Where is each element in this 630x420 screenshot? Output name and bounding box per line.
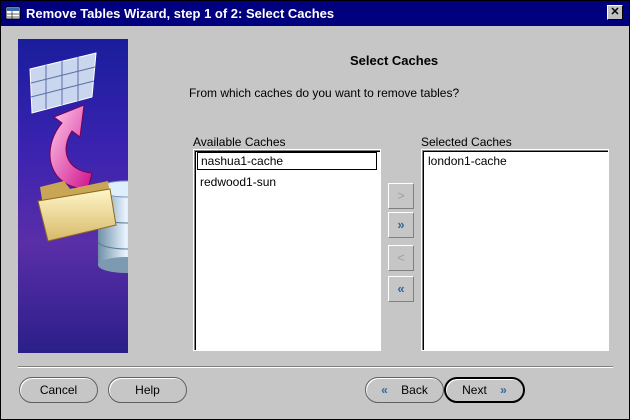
back-chevron-icon: «	[381, 383, 388, 397]
add-all-button[interactable]: »	[388, 212, 414, 238]
app-icon	[5, 6, 21, 20]
available-caches-label: Available Caches	[193, 135, 286, 149]
spreadsheet-icon	[29, 52, 97, 114]
list-item[interactable]: redwood1-sun	[200, 175, 276, 189]
back-button-label: Back	[401, 383, 428, 397]
page-question: From which caches do you want to remove …	[189, 86, 460, 100]
chevron-left-icon: <	[397, 250, 405, 265]
window-title: Remove Tables Wizard, step 1 of 2: Selec…	[26, 6, 335, 21]
title-bar: Remove Tables Wizard, step 1 of 2: Selec…	[1, 1, 629, 26]
back-button[interactable]: « Back	[365, 377, 444, 403]
next-chevron-icon: »	[500, 383, 507, 397]
list-item[interactable]: nashua1-cache	[197, 152, 377, 170]
selected-caches-label: Selected Caches	[421, 135, 512, 149]
cancel-button[interactable]: Cancel	[19, 377, 98, 403]
next-button[interactable]: Next »	[444, 377, 525, 403]
list-item[interactable]: london1-cache	[428, 154, 507, 168]
curved-arrow-icon	[49, 104, 93, 190]
remove-selected-button[interactable]: <	[388, 245, 414, 271]
close-icon: ✕	[610, 6, 620, 18]
footer-separator	[18, 366, 613, 368]
page-heading: Select Caches	[350, 53, 439, 68]
available-caches-list[interactable]: nashua1-cache redwood1-sun	[193, 149, 381, 351]
wizard-window: Remove Tables Wizard, step 1 of 2: Selec…	[0, 0, 630, 420]
close-button[interactable]: ✕	[607, 5, 623, 20]
wizard-illustration	[18, 39, 128, 353]
double-chevron-right-icon: »	[397, 217, 405, 232]
add-selected-button[interactable]: >	[388, 183, 414, 209]
selected-caches-list[interactable]: london1-cache	[421, 149, 609, 351]
chevron-right-icon: >	[397, 188, 405, 203]
next-button-label: Next	[462, 383, 487, 397]
remove-all-button[interactable]: «	[388, 276, 414, 302]
help-button[interactable]: Help	[108, 377, 187, 403]
double-chevron-left-icon: «	[397, 281, 405, 296]
